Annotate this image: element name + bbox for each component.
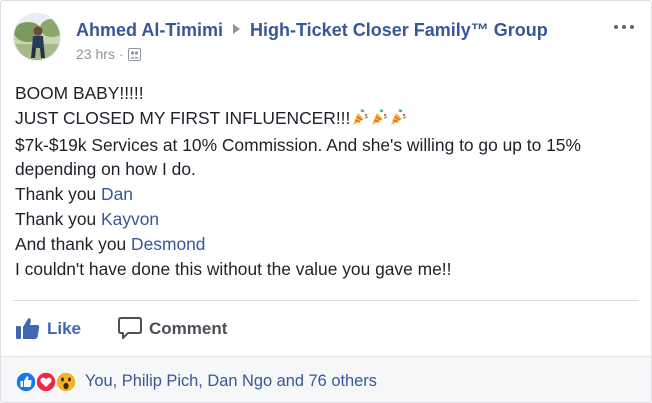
party-popper-icon [389, 108, 407, 133]
group-name[interactable]: High-Ticket Closer Family™ Group [250, 20, 548, 40]
divider [13, 300, 639, 301]
post-meta: 23 hrs · [76, 46, 141, 64]
like-label: Like [47, 319, 82, 338]
more-options-icon[interactable] [613, 21, 635, 33]
timestamp[interactable]: 23 hrs [76, 46, 115, 62]
mention-kayvon[interactable]: Kayvon [101, 209, 159, 229]
comment-label: Comment [149, 319, 228, 338]
reactions-bar: You, Philip Pich, Dan Ngo and 76 others [1, 356, 651, 402]
group-icon[interactable] [127, 48, 141, 64]
party-popper-icon [370, 108, 388, 133]
post-line: I couldn't have done this without the va… [15, 258, 452, 279]
love-reaction-icon [35, 371, 57, 398]
post-line: BOOM BABY!!!!! [15, 83, 144, 103]
like-button[interactable]: Like [15, 316, 87, 340]
post-line: Thank you Dan [15, 184, 133, 205]
mention-dan[interactable]: Dan [101, 184, 133, 204]
comment-button[interactable]: Comment [117, 316, 247, 340]
author-name[interactable]: Ahmed Al-Timimi [76, 20, 223, 40]
mention-desmond[interactable]: Desmond [131, 234, 205, 254]
post-line: And thank you Desmond [15, 233, 206, 254]
reaction-summary[interactable]: You, Philip Pich, Dan Ngo and 76 others [85, 372, 377, 391]
wow-reaction-icon [55, 371, 77, 398]
post-card: Ahmed Al-Timimi High-Ticket Closer Family… [0, 0, 652, 403]
like-reaction-icon [15, 371, 37, 398]
post-header: Ahmed Al-Timimi High-Ticket Closer Family… [13, 13, 639, 64]
action-bar: Like Comment [15, 312, 415, 344]
comment-bubble-icon [117, 316, 143, 345]
avatar[interactable] [13, 13, 61, 61]
thumbs-up-icon [15, 316, 41, 345]
author-line: Ahmed Al-Timimi High-Ticket Closer Family… [76, 20, 548, 41]
reaction-icons[interactable] [15, 371, 77, 393]
post-line: JUST CLOSED MY FIRST INFLUENCER!!! [15, 106, 637, 133]
party-popper-icon [351, 108, 369, 133]
arrow-right-icon [233, 24, 241, 34]
post-line: Thank you Kayvon [15, 208, 160, 229]
post-line: $7k-$19k Services at 10% Commission. And… [15, 134, 581, 180]
avatar-photo [14, 14, 60, 60]
meta-separator: · [118, 46, 124, 62]
post-body: BOOM BABY!!!!! JUST CLOSED MY FIRST INFL… [15, 81, 637, 281]
